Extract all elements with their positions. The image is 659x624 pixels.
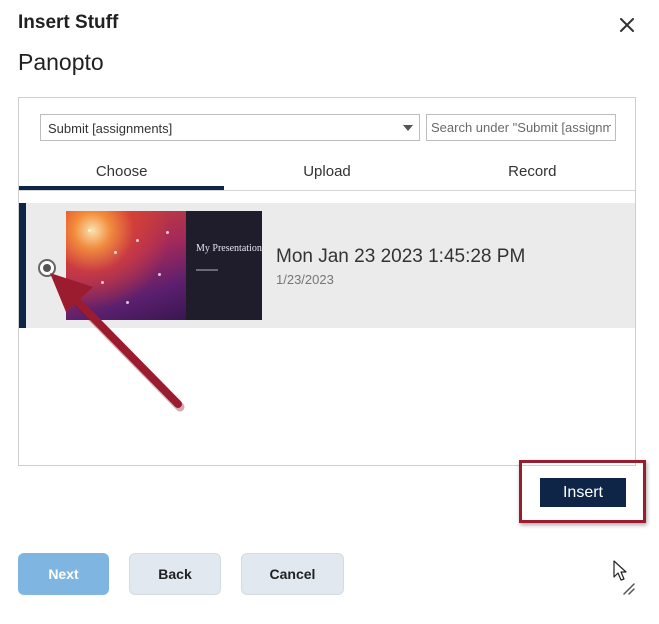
tab-record[interactable]: Record [430, 154, 635, 190]
tab-bar: Choose Upload Record [19, 154, 635, 191]
search-input[interactable] [426, 114, 616, 141]
tab-upload[interactable]: Upload [224, 154, 429, 190]
back-button[interactable]: Back [129, 553, 221, 595]
thumbnail-title: My Presentation [196, 243, 262, 254]
session-thumbnail[interactable]: My Presentation [66, 211, 262, 320]
close-icon[interactable] [620, 18, 634, 32]
chevron-down-icon[interactable] [403, 125, 413, 131]
mouse-cursor-icon [613, 560, 627, 581]
selected-row-indicator [19, 203, 26, 328]
folder-select-value: Submit [assignments] [48, 121, 173, 136]
close-button[interactable] [614, 12, 640, 38]
next-button[interactable]: Next [18, 553, 109, 595]
panopto-panel: Submit [assignments] Choose Upload Recor… [18, 97, 636, 466]
insert-button[interactable]: Insert [540, 478, 626, 507]
session-date: 1/23/2023 [276, 272, 334, 287]
dialog-title: Insert Stuff [18, 12, 119, 33]
session-radio[interactable] [38, 259, 56, 277]
resize-grip-icon[interactable] [621, 581, 635, 595]
folder-select[interactable]: Submit [assignments] [40, 114, 420, 141]
session-title[interactable]: Mon Jan 23 2023 1:45:28 PM [276, 246, 525, 268]
thumbnail-slide [186, 211, 262, 320]
session-row[interactable]: My Presentation Mon Jan 23 2023 1:45:28 … [19, 203, 635, 328]
dialog-subtitle: Panopto [18, 49, 104, 75]
tab-choose[interactable]: Choose [19, 154, 225, 190]
thumbnail-subtitle-line [196, 269, 218, 271]
cancel-button[interactable]: Cancel [241, 553, 344, 595]
